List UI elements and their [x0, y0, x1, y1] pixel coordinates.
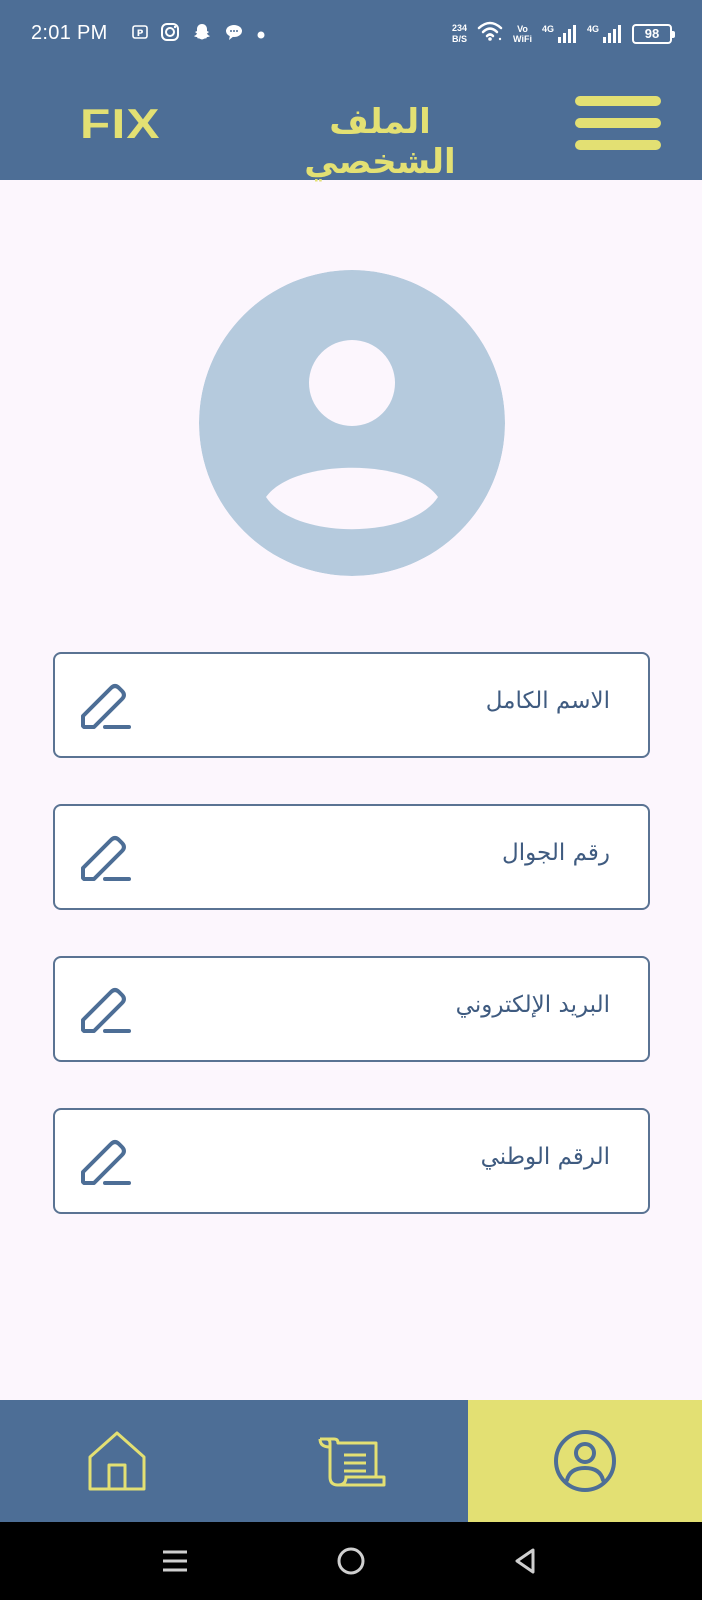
instagram-icon	[160, 22, 180, 46]
field-label: الرقم الوطني	[480, 1144, 610, 1170]
field-label: الاسم الكامل	[485, 688, 610, 714]
status-indicators: 234 B/S Vo WiFi 4G 4G 98	[452, 20, 675, 47]
app-logo: FIX	[80, 100, 161, 147]
nav-orders[interactable]	[234, 1400, 468, 1522]
scroll-orders-icon	[318, 1437, 386, 1487]
system-navigation-bar	[0, 1522, 702, 1600]
page-title: الملف الشخصي	[304, 102, 456, 182]
field-label: البريد الإلكتروني	[455, 992, 610, 1018]
wifi-icon	[477, 20, 503, 47]
signal-bars-icon	[603, 24, 621, 43]
battery-indicator: 98	[632, 23, 675, 44]
nav-home[interactable]	[0, 1400, 234, 1522]
signal-bars-icon	[557, 24, 576, 43]
network-speed: 234 B/S	[452, 22, 468, 44]
bottom-nav	[0, 1400, 702, 1522]
dot-icon	[256, 25, 266, 44]
user-profile-icon	[554, 1430, 616, 1492]
home-icon	[88, 1431, 146, 1491]
pencil-edit-icon[interactable]	[75, 680, 133, 736]
sim2-signal: 4G	[587, 24, 622, 44]
field-label: رقم الجوال	[502, 840, 610, 866]
status-time: 2:01 PM	[31, 22, 108, 44]
sim1-signal: 4G	[542, 24, 577, 44]
national-id-field[interactable]: الرقم الوطني	[53, 1108, 650, 1214]
nav-profile[interactable]	[468, 1400, 702, 1522]
pi-app-icon: P	[132, 24, 148, 44]
app-header: FIX الملف الشخصي	[0, 70, 702, 182]
svg-text:P: P	[137, 29, 144, 39]
pencil-edit-icon[interactable]	[75, 832, 133, 888]
back-triangle-icon[interactable]	[502, 1538, 548, 1584]
home-circle-icon[interactable]	[328, 1538, 374, 1584]
full-name-field[interactable]: الاسم الكامل	[53, 652, 650, 758]
pencil-edit-icon[interactable]	[75, 984, 133, 1040]
recents-icon[interactable]	[152, 1538, 198, 1584]
snapchat-icon	[192, 22, 212, 46]
email-field[interactable]: البريد الإلكتروني	[53, 956, 650, 1062]
mobile-number-field[interactable]: رقم الجوال	[53, 804, 650, 910]
hamburger-menu-icon[interactable]	[575, 96, 661, 150]
chat-bubble-icon	[224, 22, 244, 46]
notification-icons: P	[132, 22, 266, 46]
vowifi-indicator: Vo WiFi	[513, 23, 532, 44]
user-avatar-placeholder-icon[interactable]	[199, 270, 505, 576]
status-bar: 2:01 PM P 234 B/S Vo WiFi 4G 4G 98	[0, 0, 702, 70]
pencil-edit-icon[interactable]	[75, 1136, 133, 1192]
